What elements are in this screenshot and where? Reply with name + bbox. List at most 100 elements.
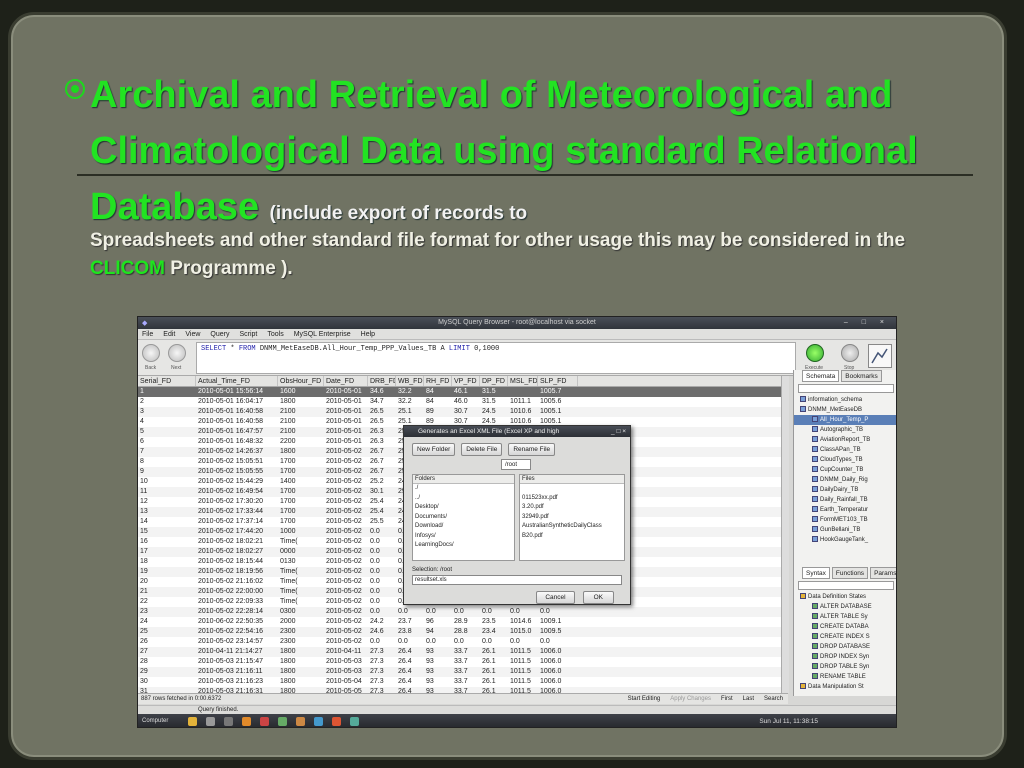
syntax-item[interactable]: ALTER DATABASE (794, 602, 896, 612)
table-row[interactable]: 29 2010-05-03 21:16:11 1800 2010-05-03 27.3 2… (138, 667, 788, 677)
folder-item[interactable]: ./ (413, 484, 514, 494)
browser-icon[interactable] (332, 717, 341, 726)
app-icon[interactable] (350, 717, 359, 726)
schema-item[interactable]: Daily_Rainfall_TB (794, 495, 896, 505)
app-icon[interactable] (260, 717, 269, 726)
folder-item[interactable]: Infosys/ (413, 532, 514, 542)
grid-scrollbar[interactable] (781, 376, 789, 693)
schema-item[interactable]: Earth_Temperatur (794, 505, 896, 515)
folder-icon[interactable] (188, 717, 197, 726)
new-folder-button[interactable]: New Folder (412, 443, 456, 456)
path-select[interactable]: /root (501, 459, 531, 470)
table-row[interactable]: 24 2010-06-02 22:50:35 2000 2010-05-02 24.2 2… (138, 617, 788, 627)
folders-pane[interactable]: Folders ./../Desktop/Documents/Download/… (412, 474, 515, 561)
menu-mysql-enterprise[interactable]: MySQL Enterprise (294, 329, 351, 339)
menu-view[interactable]: View (185, 329, 200, 339)
first-button[interactable]: First (716, 694, 738, 704)
syntax-item[interactable]: DROP TABLE Syn (794, 662, 896, 672)
selection-input[interactable]: resultset.xls (412, 575, 622, 585)
table-row[interactable]: 1 2010-05-01 15:56:14 1600 2010-05-01 34.6 32… (138, 387, 788, 397)
schema-item[interactable]: ClassAPan_TB (794, 445, 896, 455)
schema-item[interactable]: information_schema (794, 395, 896, 405)
column-header[interactable]: WB_FD (396, 376, 424, 386)
app-icon[interactable] (278, 717, 287, 726)
schema-item[interactable]: HookGaugeTank_ (794, 535, 896, 545)
stop-button[interactable] (841, 344, 859, 362)
execute-button[interactable] (806, 344, 824, 362)
folder-item[interactable]: Documents/ (413, 513, 514, 523)
syntax-item[interactable]: DROP INDEX Syn (794, 652, 896, 662)
tab-bookmarks[interactable]: Bookmarks (841, 370, 882, 382)
column-header[interactable]: SLP_FD (538, 376, 578, 386)
table-row[interactable]: 26 2010-05-02 23:14:57 2300 2010-05-02 0.0 0.… (138, 637, 788, 647)
folder-item[interactable]: ../ (413, 494, 514, 504)
table-row[interactable]: 30 2010-05-03 21:16:23 1800 2010-05-04 27.3 2… (138, 677, 788, 687)
table-row[interactable]: 27 2010-04-11 21:14:27 1800 2010-04-11 27.3 2… (138, 647, 788, 657)
column-header[interactable]: ObsHour_FD (278, 376, 324, 386)
window-controls[interactable]: – □ × (844, 317, 890, 329)
delete-file-button[interactable]: Delete File (461, 443, 503, 456)
tab-params[interactable]: Params (870, 567, 896, 579)
start-editing-button[interactable]: Start Editing (623, 694, 666, 704)
cancel-button[interactable]: Cancel (536, 591, 575, 604)
file-item[interactable]: B20.pdf (520, 532, 624, 542)
schema-item[interactable]: FormMET103_TB (794, 515, 896, 525)
table-row[interactable]: 25 2010-05-02 22:54:16 2300 2010-05-02 24.6 2… (138, 627, 788, 637)
apply-changes-button[interactable]: Apply Changes (665, 694, 716, 704)
help-icon[interactable] (868, 344, 892, 368)
ok-button[interactable]: OK (582, 591, 614, 604)
column-header[interactable]: Date_FD (324, 376, 368, 386)
menu-help[interactable]: Help (361, 329, 375, 339)
menu-edit[interactable]: Edit (163, 329, 175, 339)
sql-editor[interactable]: SELECT * FROM DNMM_MetEaseDB.All_Hour_Te… (196, 342, 796, 374)
file-item[interactable]: 32949.pdf (520, 513, 624, 523)
rename-file-button[interactable]: Rename File (508, 443, 556, 456)
schema-item[interactable]: GunBellani_TB (794, 525, 896, 535)
syntax-search-input[interactable] (798, 581, 894, 590)
file-item[interactable]: 3.20.pdf (520, 503, 624, 513)
file-item[interactable]: 011523xx.pdf (520, 494, 624, 504)
search-button[interactable]: Search (759, 694, 788, 704)
menu-tools[interactable]: Tools (267, 329, 283, 339)
schema-item[interactable]: DNMM_MetEaseDB (794, 405, 896, 415)
column-header[interactable]: DRB_FD (368, 376, 396, 386)
folder-item[interactable]: Desktop/ (413, 503, 514, 513)
schema-item[interactable]: CupCounter_TB (794, 465, 896, 475)
menu-file[interactable]: File (142, 329, 153, 339)
tab-functions[interactable]: Functions (831, 567, 869, 579)
schema-item[interactable]: AviationReport_TB (794, 435, 896, 445)
schema-item[interactable]: Autographic_TB (794, 425, 896, 435)
schema-item[interactable]: CloudTypes_TB (794, 455, 896, 465)
table-row[interactable]: 2 2010-05-01 16:04:17 1800 2010-05-01 34.7 32… (138, 397, 788, 407)
syntax-item[interactable]: CREATE DATABA (794, 622, 896, 632)
schema-item[interactable]: DNMM_Daily_Rig (794, 475, 896, 485)
syntax-item[interactable]: ALTER TABLE Sy (794, 612, 896, 622)
table-row[interactable]: 28 2010-05-03 21:15:47 1800 2010-05-03 27.3 2… (138, 657, 788, 667)
file-item[interactable]: AustralianSyntheticDailyClass (520, 522, 624, 532)
next-button[interactable] (168, 344, 186, 362)
file-item[interactable] (520, 484, 624, 494)
syntax-item[interactable]: RENAME TABLE (794, 672, 896, 682)
column-header[interactable]: VP_FD (452, 376, 480, 386)
tab-schemata[interactable]: Schemata (802, 370, 840, 382)
last-button[interactable]: Last (738, 694, 759, 704)
files-pane[interactable]: Files 011523xx.pdf 3.20.pdf 32949.pdf Austr… (519, 474, 625, 561)
column-header[interactable]: MSL_FD (508, 376, 538, 386)
app-icon[interactable] (314, 717, 323, 726)
column-header[interactable]: Serial_FD (138, 376, 196, 386)
schema-item[interactable]: DailyDairy_TB (794, 485, 896, 495)
app-icon[interactable] (206, 717, 215, 726)
folder-item[interactable]: LearningDocs/ (413, 541, 514, 551)
close-icon[interactable]: _ □ × (611, 426, 626, 437)
app-icon[interactable] (224, 717, 233, 726)
tab-syntax[interactable]: Syntax (802, 567, 830, 579)
column-header[interactable]: DP_FD (480, 376, 508, 386)
app-icon[interactable] (296, 717, 305, 726)
syntax-item[interactable]: DROP DATABASE (794, 642, 896, 652)
folder-item[interactable]: Download/ (413, 522, 514, 532)
table-row[interactable]: 3 2010-05-01 16:40:58 2100 2010-05-01 26.5 25… (138, 407, 788, 417)
table-row[interactable]: 23 2010-05-02 22:28:14 0300 2010-05-02 0.0 0.… (138, 607, 788, 617)
menu-query[interactable]: Query (210, 329, 229, 339)
schema-search-input[interactable] (798, 384, 894, 393)
syntax-item[interactable]: Data Definition States (794, 592, 896, 602)
